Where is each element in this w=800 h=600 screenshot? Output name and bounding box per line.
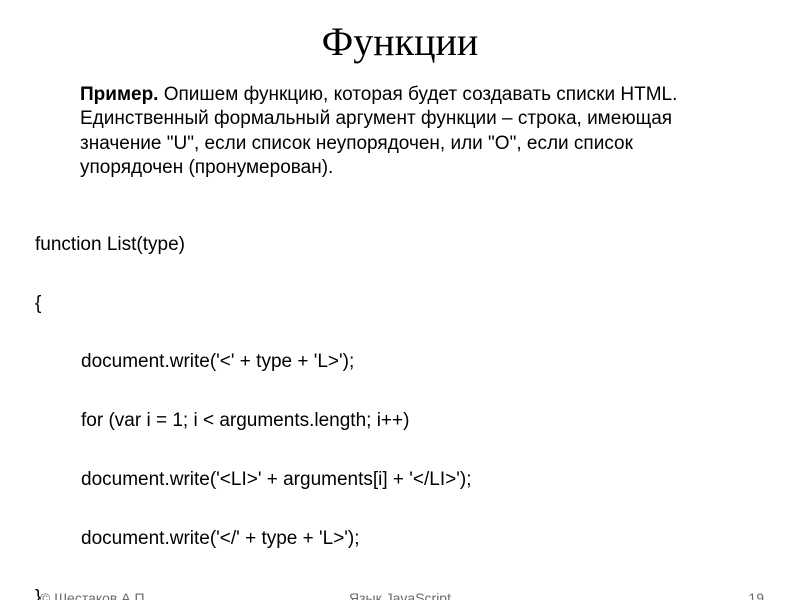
code-block: function List(type) { document.write('<'… — [35, 200, 800, 600]
code-line: function List(type) — [35, 230, 800, 259]
intro-lead: Пример. — [80, 84, 158, 105]
code-line: document.write('</' + type + 'L>'); — [35, 524, 800, 553]
intro-body: Опишем функцию, которая будет создавать … — [80, 84, 677, 178]
slide-title: Функции — [0, 18, 800, 65]
slide: Функции Пример. Опишем функцию, которая … — [0, 18, 800, 600]
code-line: document.write('<LI>' + arguments[i] + '… — [35, 465, 800, 494]
intro-paragraph: Пример. Опишем функцию, которая будет со… — [80, 83, 740, 180]
code-line: { — [35, 289, 800, 318]
code-line: document.write('<' + type + 'L>'); — [35, 347, 800, 376]
footer-page-number: 19 — [748, 590, 764, 600]
code-line: for (var i = 1; i < arguments.length; i+… — [35, 406, 800, 435]
footer-subject: Язык JavaScript — [0, 590, 800, 600]
